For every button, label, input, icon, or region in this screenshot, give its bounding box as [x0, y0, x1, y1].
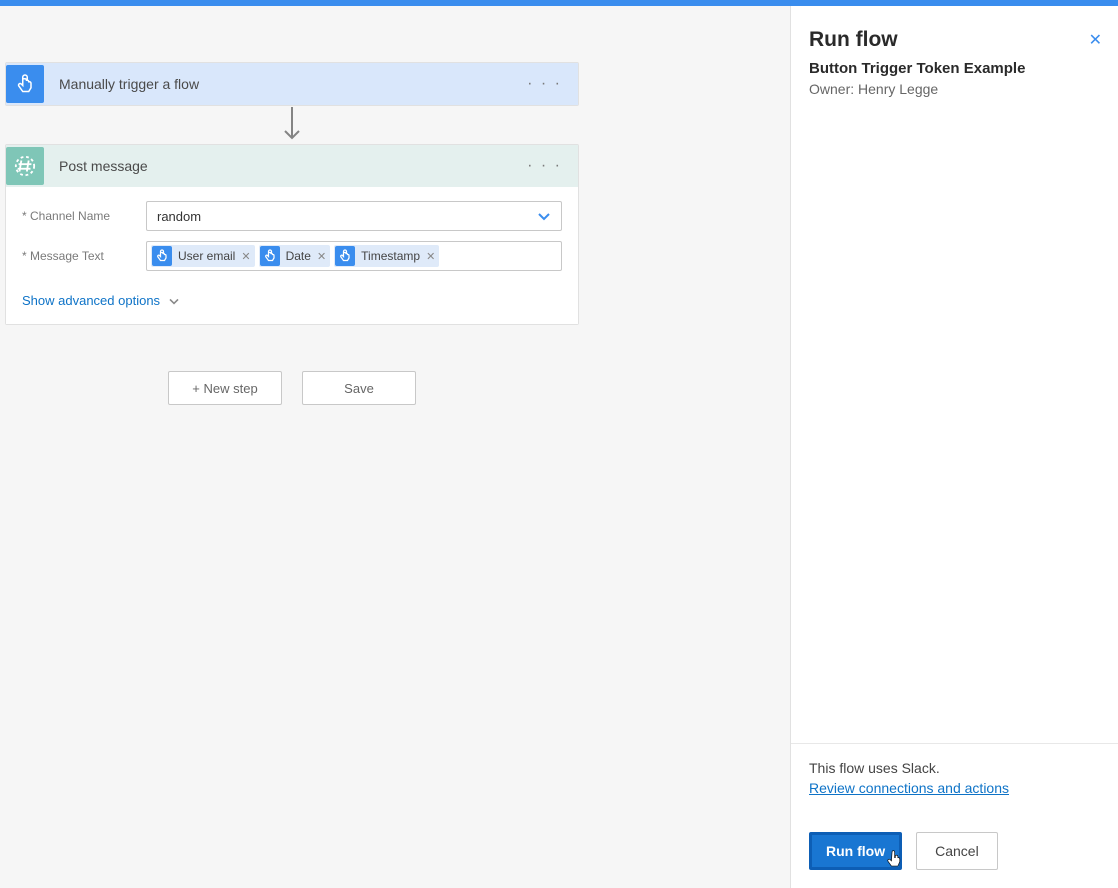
run-flow-panel: Run flow ✕ Button Trigger Token Example …: [790, 6, 1118, 888]
panel-title: Run flow: [809, 28, 1100, 52]
trigger-header[interactable]: Manually trigger a flow · · ·: [6, 63, 578, 105]
token-date[interactable]: Date ✕: [259, 245, 331, 267]
channel-row: * Channel Name random: [22, 201, 562, 231]
close-icon[interactable]: ✕: [1089, 30, 1102, 50]
token-remove-icon[interactable]: ✕: [241, 250, 250, 263]
token-icon: [260, 246, 280, 266]
cursor-icon: [886, 850, 902, 873]
run-buttons: Run flow Cancel: [809, 832, 1100, 870]
token-remove-icon[interactable]: ✕: [426, 250, 435, 263]
run-flow-button[interactable]: Run flow: [809, 832, 902, 870]
more-icon[interactable]: · · ·: [511, 157, 578, 175]
tap-icon: [6, 65, 44, 103]
run-header: Run flow ✕ Button Trigger Token Example …: [791, 6, 1118, 107]
token-remove-icon[interactable]: ✕: [317, 250, 326, 263]
canvas-buttons: + New step Save: [5, 371, 579, 405]
new-step-button[interactable]: + New step: [168, 371, 282, 405]
action-title: Post message: [59, 158, 511, 174]
run-footer: This flow uses Slack. Review connections…: [791, 743, 1118, 888]
chevron-down-icon: [537, 208, 551, 224]
hash-icon: [6, 147, 44, 185]
cancel-button[interactable]: Cancel: [916, 832, 998, 870]
flow-canvas: Manually trigger a flow · · · Post messa…: [0, 6, 790, 888]
panel-owner: Owner: Henry Legge: [809, 81, 1100, 97]
message-input[interactable]: User email ✕ Date ✕: [146, 241, 562, 271]
trigger-card[interactable]: Manually trigger a flow · · ·: [5, 62, 579, 106]
token-timestamp[interactable]: Timestamp ✕: [334, 245, 439, 267]
message-label: * Message Text: [22, 249, 146, 263]
more-icon[interactable]: · · ·: [511, 75, 578, 93]
show-advanced-options[interactable]: Show advanced options: [22, 293, 180, 308]
message-row: * Message Text User email ✕: [22, 241, 562, 271]
token-icon: [152, 246, 172, 266]
action-card[interactable]: Post message · · · * Channel Name random…: [5, 144, 579, 325]
connector-arrow: [5, 106, 579, 144]
run-info: This flow uses Slack.: [809, 760, 1100, 776]
channel-select[interactable]: random: [146, 201, 562, 231]
channel-label: * Channel Name: [22, 209, 146, 223]
action-body: * Channel Name random * Message Text: [6, 187, 578, 324]
action-header[interactable]: Post message · · ·: [6, 145, 578, 187]
panel-subtitle: Button Trigger Token Example: [809, 60, 1100, 77]
channel-value: random: [157, 209, 201, 224]
token-user-email[interactable]: User email ✕: [151, 245, 255, 267]
save-button[interactable]: Save: [302, 371, 416, 405]
token-icon: [335, 246, 355, 266]
chevron-down-icon: [168, 293, 180, 308]
trigger-title: Manually trigger a flow: [59, 76, 511, 92]
review-connections-link[interactable]: Review connections and actions: [809, 780, 1009, 796]
